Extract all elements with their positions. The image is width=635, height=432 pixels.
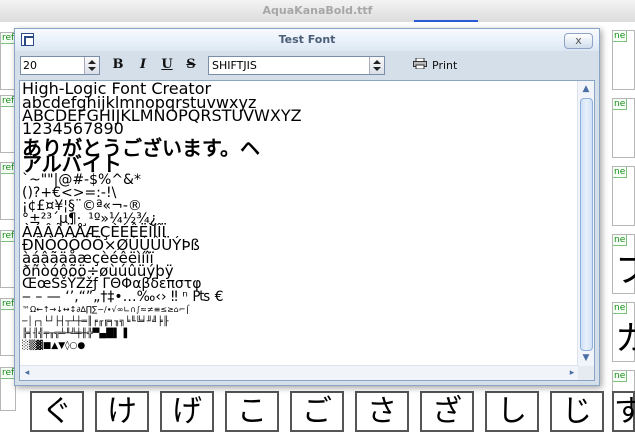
glyph-cell[interactable]: こ [225,391,279,432]
vertical-scrollbar[interactable]: ▲ ▼ [577,81,594,366]
cell-ref-label: ne [613,167,628,178]
glyph-preview: し [497,394,527,429]
chevron-up-icon [373,60,381,64]
chevron-down-icon [373,67,381,71]
print-button[interactable]: Print [413,56,463,75]
preview-text: High-Logic Font Creator abcdefghijklmnop… [22,82,578,366]
cell-ref-label: ne [613,99,628,110]
glyph-preview: カ [615,319,635,359]
glyph-cell[interactable]: げ [160,391,214,432]
background-window-title-bar: AquaKanaBold.ttf [0,0,635,23]
font-size-spin-buttons[interactable] [84,57,99,74]
preview-line: ╠╡╢╣╤╥╦╧╨╩╪╫╬▀▄█▌▐ [22,329,128,339]
toolbar: B I U S SHIFTJIS Print [15,51,599,79]
glyph-cell[interactable]: じ [550,391,604,432]
glyph-cell[interactable]: ぐ [30,391,84,432]
spin-down-icon[interactable] [88,67,96,71]
cell-ref-label: ne [613,371,628,382]
glyph-preview: ぐ [42,394,72,429]
strikethrough-button[interactable]: S [183,57,199,73]
preview-line: ‒ – — ‘’‚“”„†‡•…‰‹› ‼ ⁿ ₧ € [22,289,224,305]
glyph-preview: す [614,394,635,429]
cell-ref-label: ne [613,31,628,42]
underline-button[interactable]: U [159,57,175,73]
scrollbar-corner [578,366,594,380]
glyph-cell[interactable]: ne [612,30,635,90]
glyph-preview: ご [302,394,332,429]
preview-line: ░▒▓■▲▼◊○● [22,341,86,351]
encoding-value: SHIFTJIS [212,59,257,72]
print-label: Print [432,59,458,72]
encoding-dropdown-button[interactable] [369,57,384,74]
glyph-cell[interactable]: ne [612,98,635,158]
printer-icon [413,58,427,69]
glyph-preview: げ [172,394,202,429]
glyph-preview: ざ [432,394,462,429]
italic-button[interactable]: I [135,57,151,73]
scroll-left-icon[interactable]: ◂ [20,366,34,380]
preview-line: ™Ω←↑→↓↔↕∂∆∏∑−∕∙√∞∟∩∫≈≠≡≤≥⌂⌐⌠ [22,305,190,314]
encoding-select[interactable]: SHIFTJIS [208,56,385,75]
scroll-thumb[interactable] [580,98,593,351]
glyph-cell[interactable]: ne フ [612,234,635,294]
glyph-cell[interactable]: し [485,391,539,432]
glyph-preview: け [107,394,137,429]
scroll-up-icon[interactable]: ▲ [578,81,594,97]
spin-up-icon[interactable] [88,60,96,64]
font-size-input[interactable] [21,57,85,74]
glyph-preview: こ [237,394,267,429]
dialog-title: Test Font [278,33,336,46]
glyph-preview: フ [615,251,635,291]
glyph-cell[interactable]: ne [612,166,635,226]
glyph-cell[interactable]: さ [355,391,409,432]
preview-line: アルバイト [22,152,122,176]
glyph-cell[interactable]: ざ [420,391,474,432]
cell-ref-label: ne [613,235,628,246]
dialog-title-bar[interactable]: Test Font x [15,29,599,51]
scroll-down-icon[interactable]: ▼ [578,350,594,366]
glyph-cell[interactable]: ne カ [612,302,635,362]
cell-ref-label: ne [613,303,628,314]
bold-button[interactable]: B [110,57,126,73]
scroll-right-icon[interactable]: ▸ [565,366,579,380]
glyph-cell[interactable]: ご [290,391,344,432]
horizontal-scrollbar[interactable]: ◂ ▸ [20,365,579,380]
test-font-dialog: Test Font x B I U S SHIFTJIS [14,28,600,386]
font-size-stepper[interactable] [20,56,100,75]
background-window-title: AquaKanaBold.ttf [262,4,373,17]
glyph-cell[interactable]: す [612,391,635,432]
glyph-preview: じ [562,394,592,429]
glyph-cell[interactable]: け [95,391,149,432]
font-preview-area[interactable]: High-Logic Font Creator abcdefghijklmnop… [19,80,595,381]
preview-line: ─│┌┐└┘├┤┬┴┼═║╒╓╔╕╖╗╘╙╚╛╜╝╞╟ [22,317,169,327]
glyph-preview: さ [367,394,397,429]
close-button[interactable]: x [564,33,593,49]
